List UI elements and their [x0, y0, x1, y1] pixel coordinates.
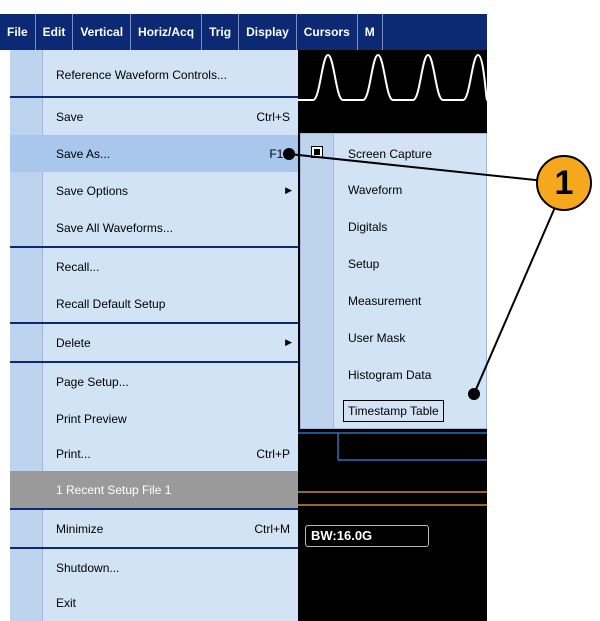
menu-item-save-options[interactable]: Save Options ▶ — [10, 172, 298, 209]
submenu-item-timestamp-table[interactable]: Timestamp Table — [301, 392, 486, 429]
menu-item-exit[interactable]: Exit — [10, 584, 298, 621]
submenu-item-measurement[interactable]: Measurement — [301, 282, 486, 319]
menu-item-save[interactable]: Save Ctrl+S — [10, 98, 298, 135]
menu-item-label: Save As... — [56, 146, 111, 161]
menu-item-label: Reference Waveform Controls... — [56, 67, 227, 82]
bandwidth-readout: BW:16.0G — [305, 525, 429, 547]
menu-item-label: Delete — [56, 335, 91, 350]
submenu-item-screen-capture[interactable]: Screen Capture — [301, 135, 486, 172]
menu-vertical[interactable]: Vertical — [73, 14, 132, 50]
menu-item-shortcut: Ctrl+S — [256, 109, 290, 124]
menu-item-label: Print... — [56, 446, 91, 461]
menu-item-label: Minimize — [56, 521, 104, 536]
menu-item-shortcut: F12 — [269, 146, 290, 161]
menu-item-print-preview[interactable]: Print Preview — [10, 400, 298, 437]
menu-item-label: Exit — [56, 595, 77, 610]
submenu-item-label: Measurement — [348, 293, 422, 308]
menu-item-recent-setup-file-1[interactable]: 1 Recent Setup File 1 — [10, 471, 298, 508]
submenu-item-label: Digitals — [348, 219, 388, 234]
submenu-item-label: Timestamp Table — [343, 399, 444, 422]
menu-display[interactable]: Display — [239, 14, 297, 50]
menu-file[interactable]: File — [0, 14, 36, 50]
menu-item-shutdown[interactable]: Shutdown... — [10, 549, 298, 586]
submenu-item-label: Screen Capture — [348, 146, 433, 161]
menu-item-shortcut: Ctrl+M — [254, 521, 290, 536]
menu-item-recall[interactable]: Recall... — [10, 248, 298, 285]
submenu-item-label: Histogram Data — [348, 367, 432, 382]
menu-item-minimize[interactable]: Minimize Ctrl+M — [10, 510, 298, 547]
submenu-item-waveform[interactable]: Waveform — [301, 171, 486, 208]
checked-icon — [311, 146, 323, 158]
menu-item-label: Recall Default Setup — [56, 296, 166, 311]
submenu-item-label: Waveform — [348, 182, 403, 197]
submenu-arrow-icon: ▶ — [285, 337, 292, 347]
menu-item-reference-waveform-controls[interactable]: Reference Waveform Controls... — [10, 56, 298, 93]
menu-item-print[interactable]: Print... Ctrl+P — [10, 435, 298, 472]
menu-cursors[interactable]: Cursors — [297, 14, 358, 50]
menu-item-label: Print Preview — [56, 411, 127, 426]
menu-item-recall-default-setup[interactable]: Recall Default Setup — [10, 285, 298, 322]
submenu-item-setup[interactable]: Setup — [301, 245, 486, 282]
menu-more[interactable]: M — [358, 14, 383, 50]
menu-item-label: 1 Recent Setup File 1 — [56, 482, 172, 497]
callout-number: 1 — [554, 163, 574, 202]
menu-item-label: Save Options — [56, 183, 129, 198]
save-as-submenu: Screen Capture Waveform Digitals Setup M… — [300, 133, 487, 429]
menu-trig[interactable]: Trig — [202, 14, 240, 50]
menu-item-delete[interactable]: Delete ▶ — [10, 324, 298, 361]
menu-item-label: Save All Waveforms... — [56, 220, 173, 235]
file-menu: Reference Waveform Controls... Save Ctrl… — [10, 50, 298, 621]
menu-item-save-as[interactable]: Save As... F12 — [10, 135, 298, 172]
submenu-item-histogram-data[interactable]: Histogram Data — [301, 356, 486, 393]
menu-item-label: Save — [56, 109, 84, 124]
menu-item-label: Shutdown... — [56, 560, 120, 575]
menu-item-label: Page Setup... — [56, 374, 129, 389]
submenu-item-digitals[interactable]: Digitals — [301, 208, 486, 245]
submenu-item-user-mask[interactable]: User Mask — [301, 319, 486, 356]
submenu-item-label: User Mask — [348, 330, 406, 345]
menu-bar: File Edit Vertical Horiz/Acq Trig Displa… — [0, 14, 487, 50]
submenu-item-label: Setup — [348, 256, 380, 271]
menu-item-save-all-waveforms[interactable]: Save All Waveforms... — [10, 209, 298, 246]
menu-item-shortcut: Ctrl+P — [256, 446, 290, 461]
menu-horiz-acq[interactable]: Horiz/Acq — [131, 14, 203, 50]
menu-item-page-setup[interactable]: Page Setup... — [10, 363, 298, 400]
menu-item-label: Recall... — [56, 259, 100, 274]
menu-edit[interactable]: Edit — [36, 14, 74, 50]
submenu-arrow-icon: ▶ — [285, 185, 292, 195]
